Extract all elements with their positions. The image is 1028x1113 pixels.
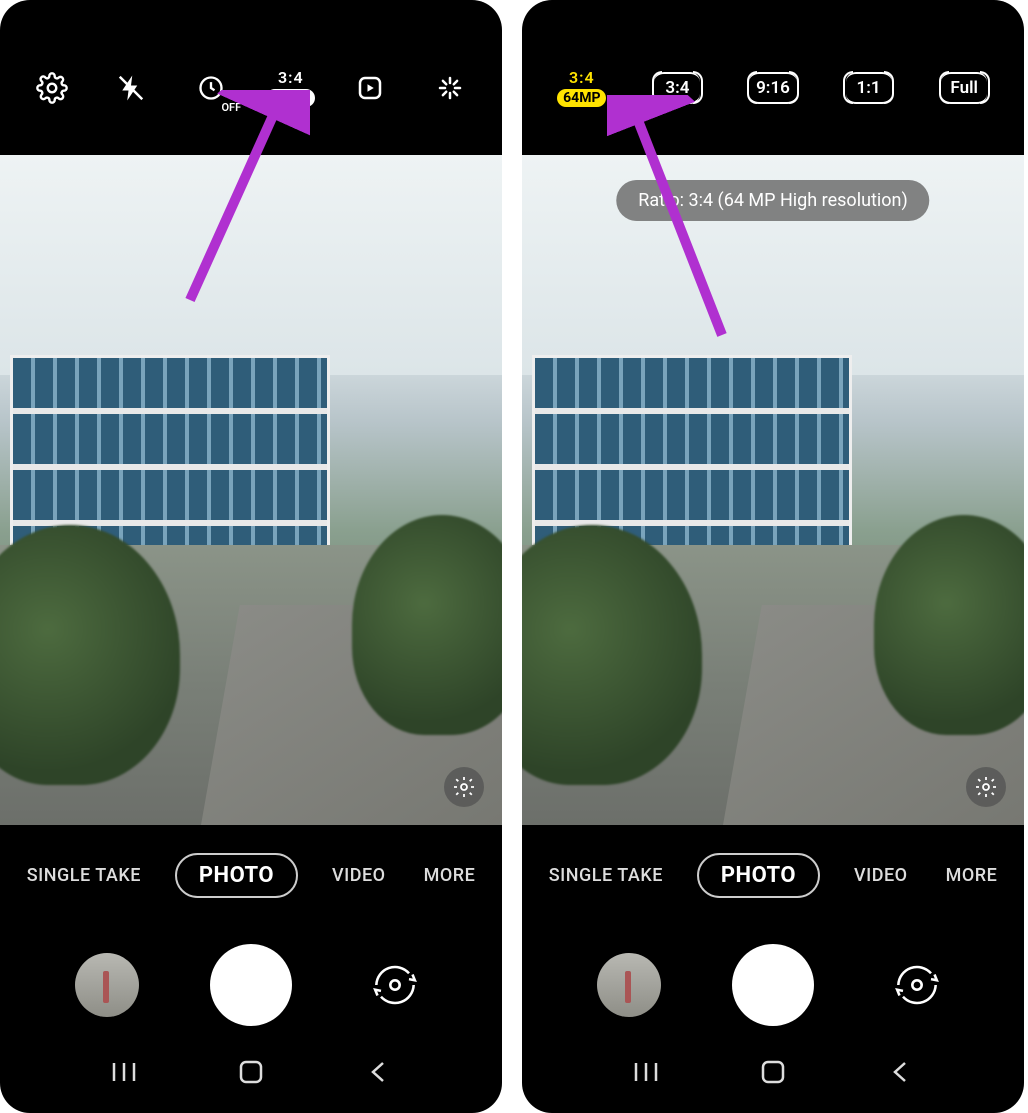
ratio-toast: Ratio: 3:4 (64 MP High resolution): [616, 180, 929, 221]
mode-more[interactable]: MORE: [420, 859, 480, 892]
timer-button[interactable]: OFF: [187, 64, 235, 112]
mode-single-take[interactable]: SINGLE TAKE: [23, 859, 145, 892]
gallery-thumbnail[interactable]: [75, 953, 139, 1017]
nav-home[interactable]: [235, 1056, 267, 1088]
gallery-thumbnail[interactable]: [597, 953, 661, 1017]
settings-button[interactable]: [28, 64, 76, 112]
ratio-64mp-button[interactable]: 3:4 64MP: [558, 64, 606, 112]
shutter-button[interactable]: [210, 944, 292, 1026]
shutter-row: [522, 930, 1024, 1040]
camera-top-toolbar: OFF 3:4 64MP: [0, 0, 502, 155]
megapixel-badge: 64MP: [557, 89, 606, 107]
phone-screen-right: 3:4 64MP 3:4 9:16 1:1 Full Ratio: 3:4 (6…: [522, 0, 1024, 1113]
flash-off-button[interactable]: [107, 64, 155, 112]
nav-back[interactable]: [362, 1056, 394, 1088]
nav-recents[interactable]: [108, 1056, 140, 1088]
ratio-text: 3:4: [278, 68, 304, 87]
megapixel-badge: 64MP: [266, 89, 315, 107]
ratio-text: 3:4: [569, 68, 595, 87]
ratio-full-button[interactable]: Full: [940, 64, 988, 112]
mode-video[interactable]: VIDEO: [850, 859, 912, 892]
camera-viewfinder[interactable]: [522, 155, 1024, 825]
ratio-9-16-button[interactable]: 9:16: [749, 64, 797, 112]
camera-mode-selector: SINGLE TAKE PHOTO VIDEO MORE: [522, 845, 1024, 905]
ratio-1-1-button[interactable]: 1:1: [845, 64, 893, 112]
phone-screen-left: OFF 3:4 64MP: [0, 0, 502, 1113]
filters-button[interactable]: [966, 767, 1006, 807]
mode-photo[interactable]: PHOTO: [697, 853, 820, 898]
ratio-selection-toolbar: 3:4 64MP 3:4 9:16 1:1 Full: [522, 0, 1024, 155]
motion-photo-button[interactable]: [346, 64, 394, 112]
switch-camera-button[interactable]: [363, 953, 427, 1017]
nav-back[interactable]: [884, 1056, 916, 1088]
timer-off-label: OFF: [221, 101, 241, 114]
filters-button[interactable]: [444, 767, 484, 807]
camera-viewfinder[interactable]: [0, 155, 502, 825]
system-nav-bar: [0, 1049, 502, 1095]
effects-button[interactable]: [426, 64, 474, 112]
mode-more[interactable]: MORE: [942, 859, 1002, 892]
aspect-ratio-button[interactable]: 3:4 64MP: [267, 64, 315, 112]
mode-video[interactable]: VIDEO: [328, 859, 390, 892]
system-nav-bar: [522, 1049, 1024, 1095]
camera-mode-selector: SINGLE TAKE PHOTO VIDEO MORE: [0, 845, 502, 905]
mode-photo[interactable]: PHOTO: [175, 853, 298, 898]
shutter-button[interactable]: [732, 944, 814, 1026]
nav-home[interactable]: [757, 1056, 789, 1088]
mode-single-take[interactable]: SINGLE TAKE: [545, 859, 667, 892]
shutter-row: [0, 930, 502, 1040]
nav-recents[interactable]: [630, 1056, 662, 1088]
switch-camera-button[interactable]: [885, 953, 949, 1017]
ratio-3-4-button[interactable]: 3:4: [653, 64, 701, 112]
